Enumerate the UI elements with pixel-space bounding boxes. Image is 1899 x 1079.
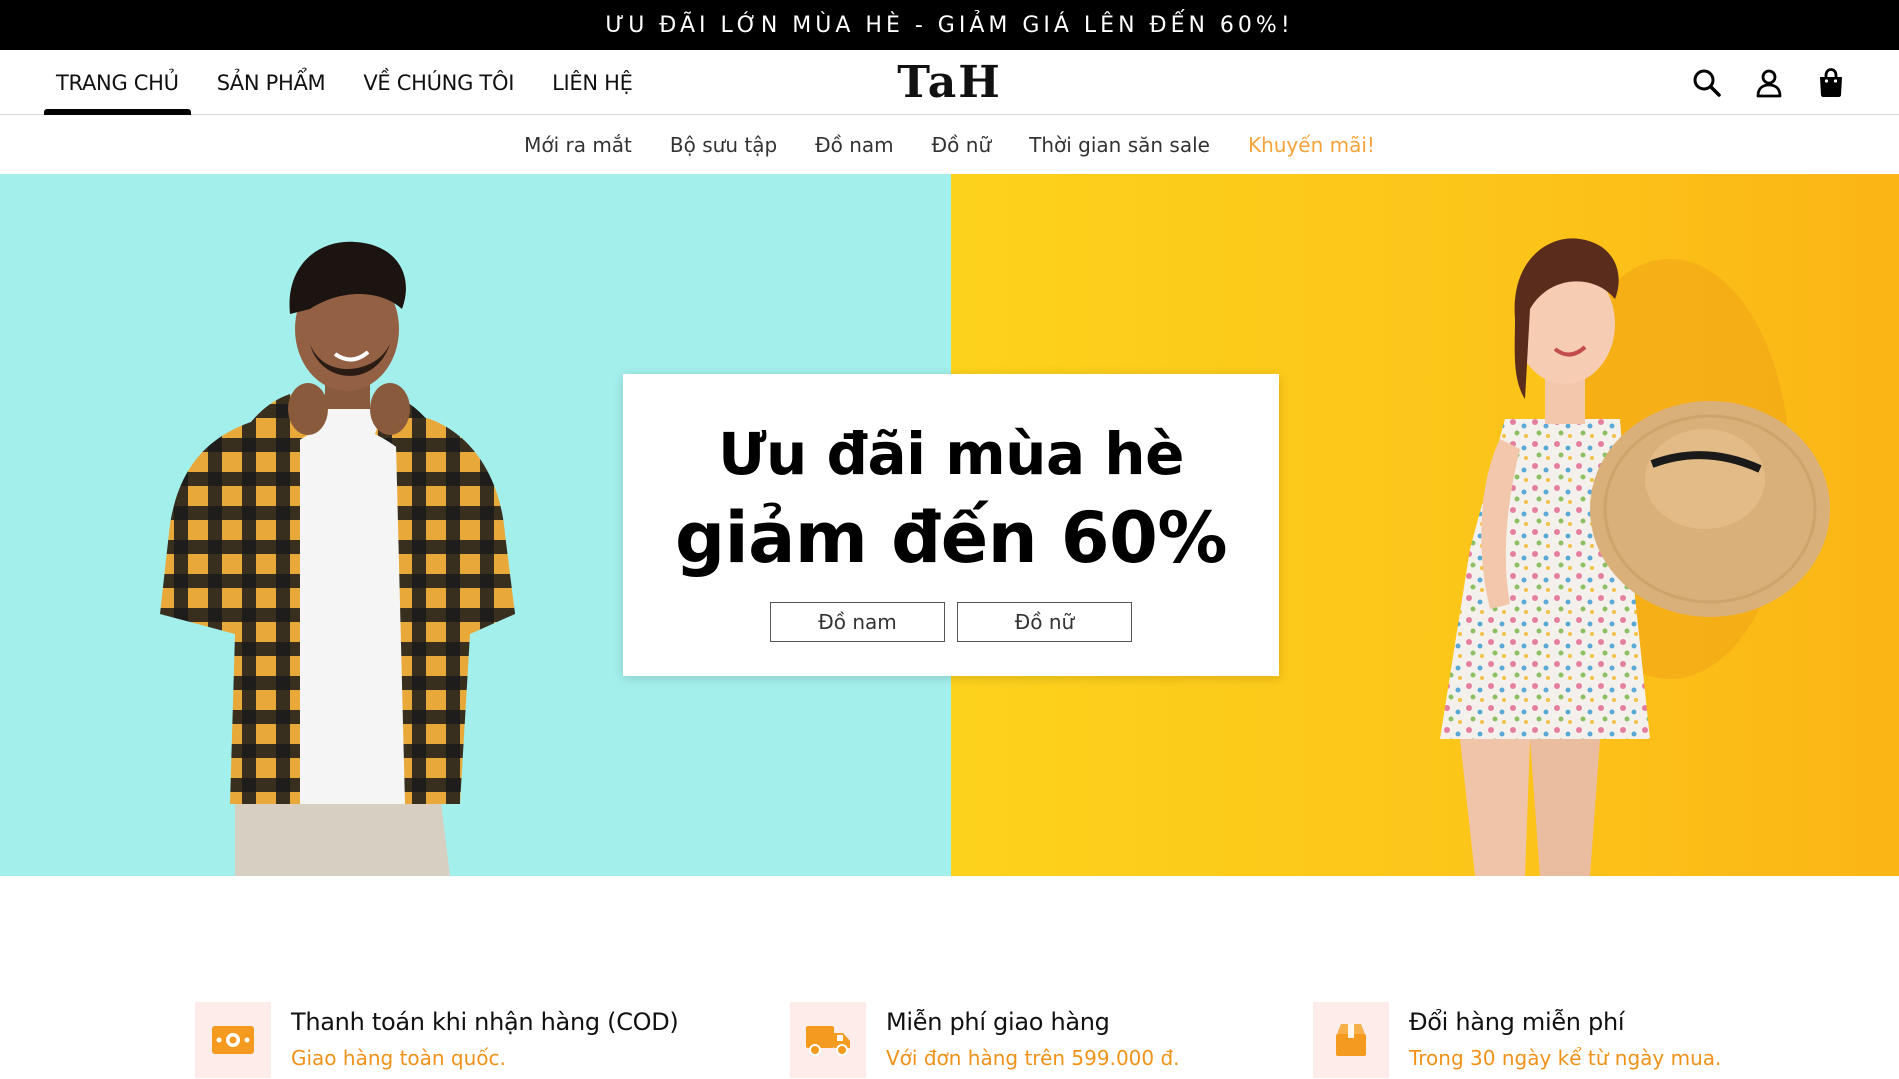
- nav-item-home[interactable]: TRANG CHỦ: [44, 50, 191, 115]
- promo-title-line2: giảm đến 60%: [675, 497, 1227, 579]
- feature-title: Đổi hàng miễn phí: [1409, 1008, 1625, 1036]
- truck-icon: [790, 1002, 866, 1078]
- nav-label: TRANG CHỦ: [56, 70, 179, 95]
- shop-men-button[interactable]: Đồ nam: [770, 602, 945, 642]
- promo-bar-text: ƯU ĐÃI LỚN MÙA HÈ - GIẢM GIÁ LÊN ĐẾN 60%…: [605, 12, 1294, 38]
- header-icons: [1691, 50, 1847, 115]
- feature-free-shipping: Miễn phí giao hàng Với đơn hàng trên 599…: [790, 980, 1180, 1078]
- features-row: Thanh toán khi nhận hàng (COD) Giao hàng…: [0, 980, 1899, 1079]
- sub-nav-collections[interactable]: Bộ sưu tập: [670, 133, 777, 157]
- box-icon: [1313, 1002, 1389, 1078]
- nav-label: LIÊN HỆ: [552, 70, 633, 95]
- sub-nav-new-arrivals[interactable]: Mới ra mắt: [524, 133, 632, 157]
- cash-icon: [195, 1002, 271, 1078]
- nav-label: VỀ CHÚNG TÔI: [363, 70, 515, 95]
- woman-model-image: [1440, 238, 1830, 876]
- main-nav: TRANG CHỦ SẢN PHẨM VỀ CHÚNG TÔI LIÊN HỆ: [44, 50, 659, 115]
- promo-buttons: Đồ nam Đồ nữ: [770, 602, 1132, 642]
- nav-label: SẢN PHẨM: [216, 70, 326, 95]
- promo-bar: ƯU ĐÃI LỚN MÙA HÈ - GIẢM GIÁ LÊN ĐẾN 60%…: [0, 0, 1899, 50]
- feature-subtitle: Trong 30 ngày kể từ ngày mua.: [1409, 1046, 1722, 1070]
- shop-women-button[interactable]: Đồ nữ: [957, 602, 1132, 642]
- feature-subtitle: Giao hàng toàn quốc.: [291, 1046, 506, 1070]
- header: TRANG CHỦ SẢN PHẨM VỀ CHÚNG TÔI LIÊN HỆ …: [0, 50, 1899, 115]
- shopping-bag-icon[interactable]: [1815, 67, 1847, 99]
- sub-nav-men[interactable]: Đồ nam: [815, 133, 894, 157]
- nav-item-products[interactable]: SẢN PHẨM: [205, 50, 338, 115]
- sub-nav-sale-time[interactable]: Thời gian săn sale: [1029, 133, 1210, 157]
- promo-headline: Ưu đãi mùa hè giảm đến 60%: [675, 412, 1227, 580]
- search-icon[interactable]: [1691, 67, 1723, 99]
- promo-title-line1: Ưu đãi mùa hè: [718, 420, 1184, 488]
- feature-cod: Thanh toán khi nhận hàng (COD) Giao hàng…: [195, 980, 679, 1078]
- sub-nav-women[interactable]: Đồ nữ: [932, 133, 991, 157]
- logo[interactable]: TaH: [850, 50, 1050, 115]
- promo-card: Ưu đãi mùa hè giảm đến 60% Đồ nam Đồ nữ: [623, 374, 1279, 676]
- man-model-image: [160, 241, 515, 876]
- feature-free-exchange: Đổi hàng miễn phí Trong 30 ngày kể từ ng…: [1313, 980, 1721, 1078]
- feature-subtitle: Với đơn hàng trên 599.000 đ.: [886, 1046, 1180, 1070]
- sub-nav: Mới ra mắt Bộ sưu tập Đồ nam Đồ nữ Thời …: [0, 116, 1899, 174]
- nav-item-contact[interactable]: LIÊN HỆ: [540, 50, 645, 115]
- feature-title: Thanh toán khi nhận hàng (COD): [291, 1008, 679, 1036]
- sub-nav-promotions[interactable]: Khuyến mãi!: [1248, 133, 1375, 157]
- hero-banner: Ưu đãi mùa hè giảm đến 60% Đồ nam Đồ nữ: [0, 174, 1899, 876]
- user-icon[interactable]: [1753, 67, 1785, 99]
- feature-title: Miễn phí giao hàng: [886, 1008, 1110, 1036]
- nav-item-about[interactable]: VỀ CHÚNG TÔI: [351, 50, 526, 115]
